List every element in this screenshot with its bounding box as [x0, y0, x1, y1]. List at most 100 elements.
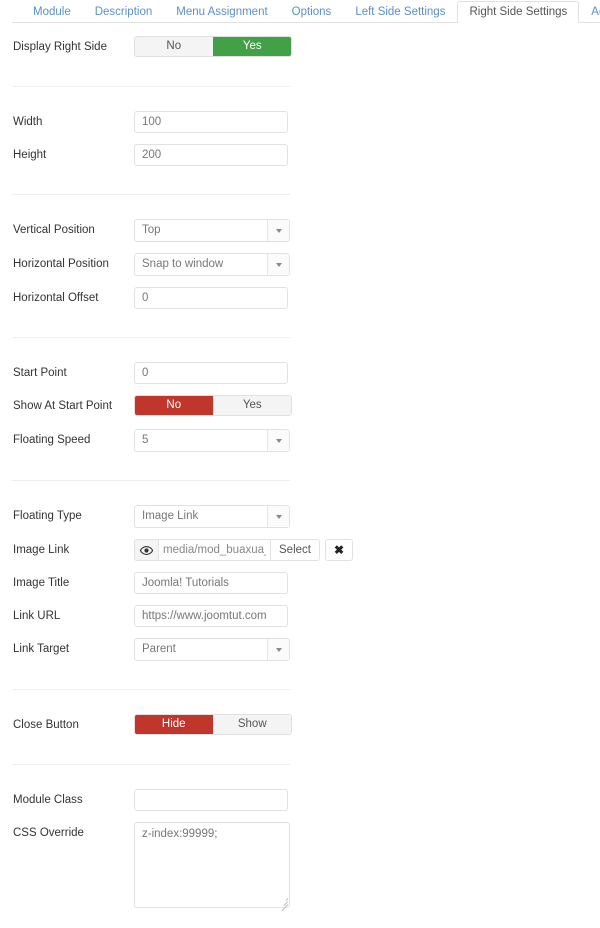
right-side-settings-form: Display Right Side No Yes Width Height V… [0, 23, 600, 912]
start-point-input[interactable] [134, 362, 288, 384]
label-close-button: Close Button [13, 719, 79, 731]
label-start-point: Start Point [13, 367, 67, 379]
tab-module[interactable]: Module [21, 1, 83, 23]
section-divider [12, 194, 290, 195]
toggle-option-yes[interactable]: Yes [212, 396, 291, 415]
label-link-target: Link Target [13, 643, 70, 655]
toggle-close-button[interactable]: Hide Show [134, 714, 292, 735]
height-input[interactable] [134, 144, 288, 166]
toggle-display-right-side[interactable]: No Yes [134, 36, 292, 57]
tab-description[interactable]: Description [83, 1, 165, 23]
section-divider [12, 689, 290, 690]
label-image-link: Image Link [13, 544, 70, 556]
field-floating-speed: 5 [134, 429, 290, 452]
tab-advanced[interactable]: Advanced [579, 1, 600, 23]
field-image-title [134, 572, 288, 594]
row-link-target: Link Target Parent [0, 638, 600, 661]
media-picker: Select ✖ [134, 539, 353, 561]
field-link-target: Parent [134, 638, 290, 661]
eye-icon[interactable] [134, 539, 158, 561]
row-height: Height [0, 144, 600, 166]
row-floating-type: Floating Type Image Link [0, 505, 600, 528]
field-horizontal-offset [134, 287, 288, 309]
section-divider [12, 764, 290, 765]
tab-right-side-settings[interactable]: Right Side Settings [457, 1, 580, 23]
label-vertical-position: Vertical Position [13, 224, 95, 236]
row-vertical-position: Vertical Position Top [0, 219, 600, 242]
module-class-input[interactable] [134, 789, 288, 811]
vertical-position-value: Top [142, 224, 161, 236]
row-horizontal-position: Horizontal Position Snap to window [0, 253, 600, 276]
row-display-right-side: Display Right Side No Yes [0, 36, 600, 58]
field-link-url [134, 605, 288, 627]
label-horizontal-offset: Horizontal Offset [13, 292, 99, 304]
row-image-title: Image Title [0, 572, 600, 594]
chevron-down-icon[interactable] [267, 254, 289, 275]
tab-menu-assignment[interactable]: Menu Assignment [164, 1, 279, 23]
field-height [134, 144, 288, 166]
label-show-at-start-point: Show At Start Point [13, 400, 113, 412]
floating-type-value: Image Link [142, 510, 199, 522]
toggle-option-no[interactable]: No [135, 37, 213, 56]
clear-image-button[interactable]: ✖ [324, 539, 353, 561]
label-width: Width [13, 116, 43, 128]
field-display-right-side: No Yes [134, 36, 292, 57]
css-override-textarea[interactable] [134, 822, 290, 908]
label-css-override: CSS Override [13, 827, 84, 839]
chevron-down-icon[interactable] [267, 639, 289, 660]
field-horizontal-position: Snap to window [134, 253, 290, 276]
section-divider [12, 480, 290, 481]
row-horizontal-offset: Horizontal Offset [0, 287, 600, 309]
field-start-point [134, 362, 288, 384]
link-url-input[interactable] [134, 605, 288, 627]
label-horizontal-position: Horizontal Position [13, 258, 109, 270]
image-title-input[interactable] [134, 572, 288, 594]
horizontal-position-select[interactable]: Snap to window [134, 253, 290, 276]
label-floating-type: Floating Type [13, 510, 82, 522]
tab-left-side-settings[interactable]: Left Side Settings [343, 1, 457, 23]
row-show-at-start-point: Show At Start Point No Yes [0, 395, 600, 417]
row-start-point: Start Point [0, 362, 600, 384]
row-link-url: Link URL [0, 605, 600, 627]
field-floating-type: Image Link [134, 505, 290, 528]
label-height: Height [13, 149, 47, 161]
field-module-class [134, 789, 288, 811]
chevron-down-icon[interactable] [267, 506, 289, 527]
floating-type-select[interactable]: Image Link [134, 505, 290, 528]
link-target-select[interactable]: Parent [134, 638, 290, 661]
horizontal-offset-input[interactable] [134, 287, 288, 309]
field-image-link: Select ✖ [134, 539, 353, 561]
toggle-option-yes[interactable]: Yes [212, 37, 291, 56]
toggle-option-hide[interactable]: Hide [135, 715, 213, 734]
row-module-class: Module Class [0, 789, 600, 811]
tab-options[interactable]: Options [280, 1, 344, 23]
chevron-down-icon[interactable] [267, 430, 289, 451]
link-target-value: Parent [142, 643, 176, 655]
field-width [134, 111, 288, 133]
section-divider [12, 337, 290, 338]
section-divider [12, 86, 290, 87]
row-close-button: Close Button Hide Show [0, 714, 600, 736]
toggle-option-no[interactable]: No [135, 396, 213, 415]
row-width: Width [0, 111, 600, 133]
image-link-input[interactable] [158, 539, 270, 561]
select-image-button[interactable]: Select [270, 539, 320, 561]
label-link-url: Link URL [13, 610, 61, 622]
label-display-right-side: Display Right Side [13, 41, 107, 53]
field-close-button: Hide Show [134, 714, 292, 735]
floating-speed-select[interactable]: 5 [134, 429, 290, 452]
floating-speed-value: 5 [142, 434, 149, 446]
row-floating-speed: Floating Speed 5 [0, 429, 600, 452]
label-module-class: Module Class [13, 794, 83, 806]
vertical-position-select[interactable]: Top [134, 219, 290, 242]
toggle-option-show[interactable]: Show [212, 715, 291, 734]
chevron-down-icon[interactable] [267, 220, 289, 241]
label-image-title: Image Title [13, 577, 70, 589]
field-show-at-start-point: No Yes [134, 395, 292, 416]
css-override-wrapper [134, 822, 290, 912]
toggle-show-at-start-point[interactable]: No Yes [134, 395, 292, 416]
width-input[interactable] [134, 111, 288, 133]
label-floating-speed: Floating Speed [13, 434, 91, 446]
field-css-override [134, 822, 290, 912]
row-image-link: Image Link Select ✖ [0, 539, 600, 561]
